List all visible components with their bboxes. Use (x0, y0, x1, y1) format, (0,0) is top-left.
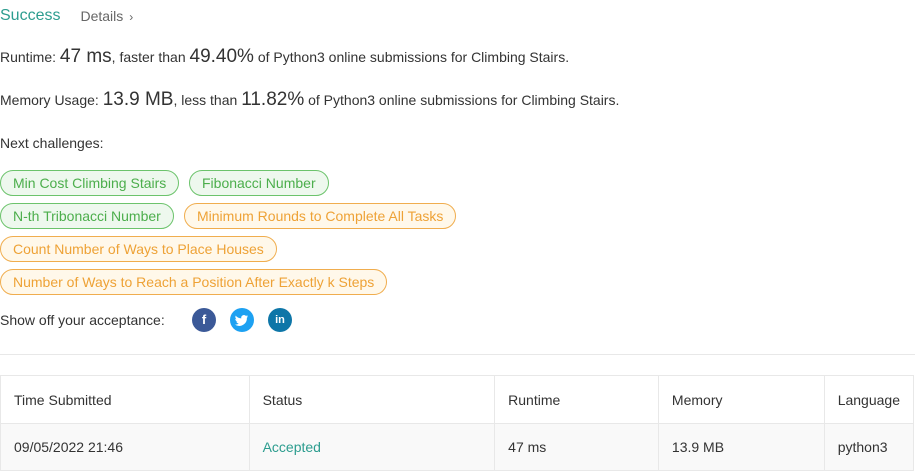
challenge-tag-nth-tribonacci-number[interactable]: N-th Tribonacci Number (0, 203, 174, 229)
runtime-label: Runtime: (0, 49, 57, 65)
runtime-middle: , faster than (111, 49, 186, 65)
chevron-right-icon: › (129, 10, 134, 24)
twitter-icon[interactable] (230, 308, 254, 332)
memory-stat: Memory Usage: 13.9 MB, less than 11.82% … (0, 89, 619, 111)
memory-label: Memory Usage: (0, 92, 99, 108)
twitter-bird-glyph (235, 315, 248, 326)
submission-table: Time Submitted Status Runtime Memory Lan… (0, 375, 915, 471)
challenge-tag-ways-reach-position[interactable]: Number of Ways to Reach a Position After… (0, 269, 388, 295)
memory-suffix: of Python3 online submissions for Climbi… (308, 92, 620, 108)
next-challenges-label: Next challenges: (0, 135, 104, 151)
cell-runtime: 47 ms (494, 423, 659, 471)
runtime-stat: Runtime: 47 ms, faster than 49.40% of Py… (0, 46, 569, 68)
runtime-percent: 49.40% (189, 46, 254, 67)
header-memory[interactable]: Memory (657, 375, 825, 424)
header-runtime[interactable]: Runtime (494, 375, 659, 424)
challenge-tag-count-ways-place-houses[interactable]: Count Number of Ways to Place Houses (0, 236, 277, 262)
status-success: Success (0, 7, 61, 24)
cell-memory: 13.9 MB (657, 423, 825, 471)
cell-status-link[interactable]: Accepted (248, 423, 496, 471)
runtime-value: 47 ms (59, 46, 112, 67)
memory-middle: , less than (173, 92, 238, 108)
cell-time-submitted: 09/05/2022 21:46 (0, 423, 250, 471)
header-language[interactable]: Language (823, 375, 915, 424)
challenge-tag-minimum-rounds[interactable]: Minimum Rounds to Complete All Tasks (184, 203, 457, 229)
memory-percent: 11.82% (241, 89, 305, 110)
header-time-submitted[interactable]: Time Submitted (0, 375, 250, 424)
result-header: Success Details › (0, 6, 133, 26)
table-row: 09/05/2022 21:46 Accepted 47 ms 13.9 MB … (0, 423, 915, 471)
facebook-icon[interactable]: f (192, 308, 216, 332)
details-label: Details (80, 8, 124, 24)
section-divider (0, 354, 915, 355)
runtime-suffix: of Python3 online submissions for Climbi… (257, 49, 570, 65)
challenge-tag-fibonacci-number[interactable]: Fibonacci Number (189, 170, 329, 196)
cell-language: python3 (823, 423, 915, 471)
header-status[interactable]: Status (248, 375, 496, 424)
memory-value: 13.9 MB (102, 89, 174, 110)
share-label: Show off your acceptance: (0, 312, 165, 328)
details-link[interactable]: Details › (80, 8, 133, 24)
challenge-tag-min-cost-climbing-stairs[interactable]: Min Cost Climbing Stairs (0, 170, 180, 196)
table-header-row: Time Submitted Status Runtime Memory Lan… (0, 375, 915, 424)
linkedin-icon[interactable]: in (268, 308, 292, 332)
